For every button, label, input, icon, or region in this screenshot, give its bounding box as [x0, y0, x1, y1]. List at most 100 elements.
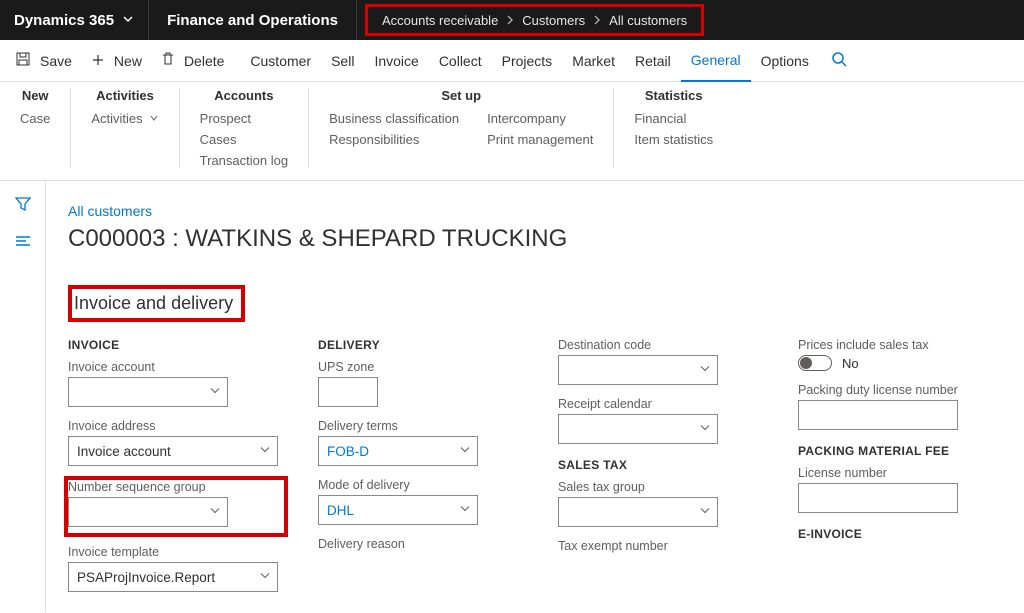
tab-options[interactable]: Options	[751, 40, 819, 82]
plus-icon	[92, 53, 109, 69]
label-number-sequence-group: Number sequence group	[68, 480, 278, 494]
ribbon-item-intercompany[interactable]: Intercompany	[487, 111, 593, 126]
left-rail	[0, 181, 46, 612]
column-delivery: DELIVERY UPS zone Delivery terms FOB-D M…	[318, 338, 518, 604]
ribbon-group-activities: Activities Activities	[71, 88, 179, 168]
tab-retail[interactable]: Retail	[625, 40, 681, 82]
section-invoice-and-delivery[interactable]: Invoice and delivery	[68, 285, 245, 322]
label-delivery-terms: Delivery terms	[318, 419, 518, 433]
invoice-account-combo[interactable]	[68, 377, 228, 407]
breadcrumb-item[interactable]: Accounts receivable	[382, 13, 498, 28]
label-ups-zone: UPS zone	[318, 360, 518, 374]
app-toolbar: Save New Delete Customer Sell Invoice Co…	[0, 40, 1024, 82]
body: All customers C000003 : WATKINS & SHEPAR…	[0, 181, 1024, 612]
sales-tax-group-combo[interactable]	[558, 497, 718, 527]
top-bar: Dynamics 365 Finance and Operations Acco…	[0, 0, 1024, 40]
module-title: Finance and Operations	[149, 0, 357, 40]
breadcrumb: Accounts receivable Customers All custom…	[365, 4, 704, 36]
column-invoice: INVOICE Invoice account Invoice address …	[68, 338, 278, 604]
content: All customers C000003 : WATKINS & SHEPAR…	[46, 181, 1024, 612]
ribbon-item-item-statistics[interactable]: Item statistics	[634, 132, 713, 147]
ribbon-item-cases[interactable]: Cases	[200, 132, 288, 147]
destination-code-combo[interactable]	[558, 355, 718, 385]
ups-zone-input[interactable]	[318, 377, 378, 407]
label-mode-of-delivery: Mode of delivery	[318, 478, 518, 492]
ribbon-item-business-classification[interactable]: Business classification	[329, 111, 459, 126]
license-number-input[interactable]	[798, 483, 958, 513]
label-invoice-account: Invoice account	[68, 360, 278, 374]
save-button[interactable]: Save	[6, 40, 82, 82]
ribbon-item-prospect[interactable]: Prospect	[200, 111, 288, 126]
chevron-down-icon	[459, 444, 471, 459]
tab-sell[interactable]: Sell	[321, 40, 364, 82]
column-right: Prices include sales tax No Packing duty…	[798, 338, 998, 604]
chevron-down-icon	[699, 505, 711, 520]
search-button[interactable]	[819, 51, 859, 70]
packing-duty-license-input[interactable]	[798, 400, 958, 430]
tab-invoice[interactable]: Invoice	[364, 40, 428, 82]
tab-market[interactable]: Market	[562, 40, 625, 82]
chevron-down-icon	[259, 444, 271, 459]
group-label-sales-tax: SALES TAX	[558, 458, 758, 472]
label-packing-duty-license-number: Packing duty license number	[798, 383, 998, 397]
new-button[interactable]: New	[82, 40, 152, 82]
ribbon-group-statistics: Statistics Financial Item statistics	[614, 88, 733, 168]
chevron-right-icon	[506, 13, 514, 28]
invoice-address-combo[interactable]: Invoice account	[68, 436, 278, 466]
chevron-down-icon	[209, 385, 221, 400]
label-prices-include-sales-tax: Prices include sales tax	[798, 338, 998, 352]
label-delivery-reason: Delivery reason	[318, 537, 518, 551]
label-invoice-address: Invoice address	[68, 419, 278, 433]
column-misc: Destination code Receipt calendar SALES …	[558, 338, 758, 604]
label-sales-tax-group: Sales tax group	[558, 480, 758, 494]
label-invoice-template: Invoice template	[68, 545, 278, 559]
prices-include-sales-tax-toggle[interactable]	[798, 355, 832, 371]
filter-button[interactable]	[14, 195, 32, 216]
group-label-e-invoice: E-INVOICE	[798, 527, 998, 541]
brand-switcher[interactable]: Dynamics 365	[0, 0, 149, 40]
tab-collect[interactable]: Collect	[429, 40, 492, 82]
chevron-down-icon	[122, 12, 134, 29]
receipt-calendar-combo[interactable]	[558, 414, 718, 444]
ribbon: New Case Activities Activities Accounts …	[0, 82, 1024, 181]
chevron-down-icon	[259, 570, 271, 585]
mode-of-delivery-combo[interactable]: DHL	[318, 495, 478, 525]
delete-button[interactable]: Delete	[152, 40, 234, 82]
list-link[interactable]: All customers	[68, 203, 1006, 219]
chevron-down-icon	[149, 111, 159, 126]
tab-projects[interactable]: Projects	[492, 40, 563, 82]
ribbon-item-print-management[interactable]: Print management	[487, 132, 593, 147]
ribbon-item-case[interactable]: Case	[20, 111, 50, 126]
chevron-down-icon	[459, 503, 471, 518]
ribbon-item-activities[interactable]: Activities	[91, 111, 158, 126]
ribbon-group-setup: Set up Business classification Responsib…	[309, 88, 614, 168]
tab-customer[interactable]: Customer	[240, 40, 321, 82]
number-sequence-group-combo[interactable]	[68, 497, 228, 527]
chevron-down-icon	[699, 363, 711, 378]
form-grid: INVOICE Invoice account Invoice address …	[68, 338, 1006, 604]
label-license-number: License number	[798, 466, 998, 480]
toggle-value: No	[842, 356, 859, 371]
ribbon-group-accounts: Accounts Prospect Cases Transaction log	[180, 88, 309, 168]
tab-general[interactable]: General	[681, 40, 751, 82]
group-label-delivery: DELIVERY	[318, 338, 518, 352]
chevron-down-icon	[699, 422, 711, 437]
label-destination-code: Destination code	[558, 338, 758, 352]
breadcrumb-item[interactable]: All customers	[609, 13, 687, 28]
label-tax-exempt-number: Tax exempt number	[558, 539, 758, 553]
ribbon-item-responsibilities[interactable]: Responsibilities	[329, 132, 459, 147]
ribbon-item-transaction-log[interactable]: Transaction log	[200, 153, 288, 168]
ribbon-group-new: New Case	[0, 88, 71, 168]
delivery-terms-combo[interactable]: FOB-D	[318, 436, 478, 466]
highlight-number-sequence: Number sequence group	[64, 476, 288, 537]
trash-icon	[162, 52, 179, 69]
save-icon	[16, 52, 35, 69]
group-label-packing-material-fee: PACKING MATERIAL FEE	[798, 444, 998, 458]
chevron-right-icon	[593, 13, 601, 28]
related-info-button[interactable]	[14, 234, 32, 251]
chevron-down-icon	[209, 505, 221, 520]
invoice-template-combo[interactable]: PSAProjInvoice.Report	[68, 562, 278, 592]
group-label-invoice: INVOICE	[68, 338, 278, 352]
breadcrumb-item[interactable]: Customers	[522, 13, 585, 28]
ribbon-item-financial[interactable]: Financial	[634, 111, 713, 126]
